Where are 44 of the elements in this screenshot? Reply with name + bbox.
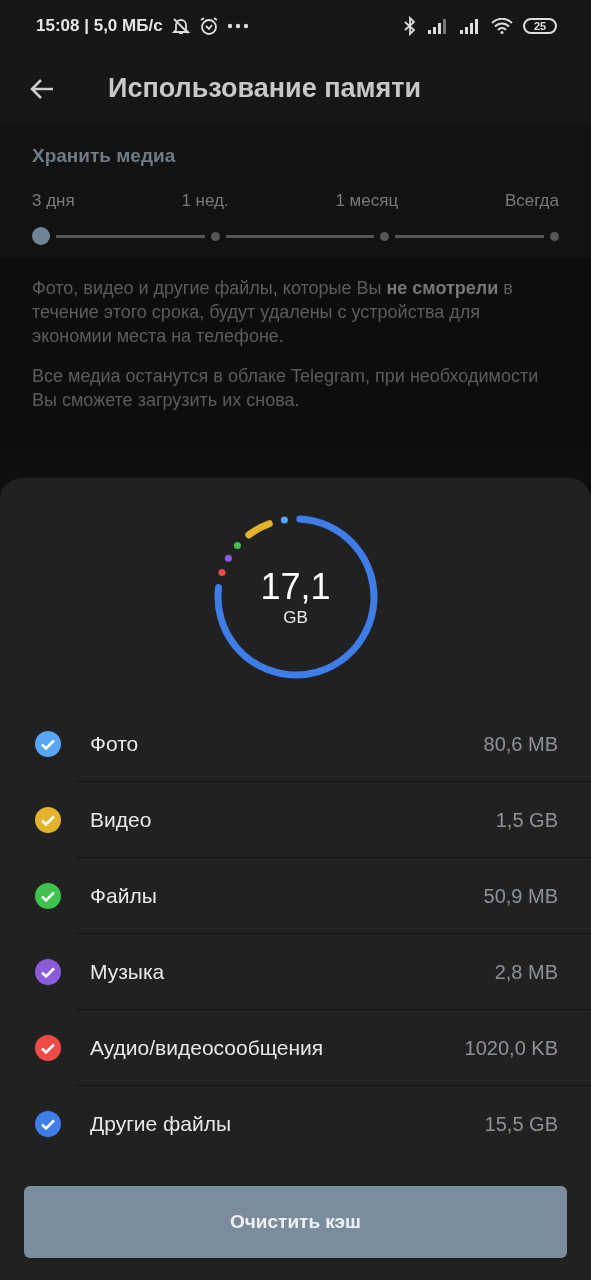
category-size: 80,6 MB: [483, 732, 558, 756]
category-size: 2,8 MB: [494, 960, 558, 984]
category-row[interactable]: Файлы 50,9 MB: [0, 858, 591, 934]
checkbox[interactable]: [34, 958, 62, 986]
period-label: 1 месяц: [335, 191, 399, 211]
total-size: 17,1: [260, 566, 331, 608]
category-label: Видео: [90, 808, 152, 832]
bell-off-icon: [170, 16, 191, 36]
battery-icon: 25: [523, 18, 557, 34]
period-label: 1 нед.: [181, 191, 229, 211]
period-label: Всегда: [504, 191, 559, 211]
checkbox[interactable]: [34, 1110, 62, 1138]
category-label: Аудио/видеосообщения: [90, 1036, 324, 1060]
category-row[interactable]: Видео 1,5 GB: [0, 782, 591, 858]
bluetooth-icon: [403, 16, 417, 36]
category-row[interactable]: Музыка 2,8 MB: [0, 934, 591, 1010]
category-row[interactable]: Аудио/видеосообщения 1020,0 KB: [0, 1010, 591, 1086]
checkbox[interactable]: [34, 1034, 62, 1062]
category-size: 50,9 MB: [483, 884, 558, 908]
signal-icon: [427, 18, 449, 34]
size-unit: GB: [283, 608, 308, 628]
category-label: Музыка: [90, 960, 165, 984]
category-size: 1,5 GB: [495, 808, 558, 832]
screen-title: Использование памяти: [108, 73, 422, 104]
category-row[interactable]: Фото 80,6 MB: [0, 706, 591, 782]
alarm-icon: [198, 16, 219, 36]
checkbox[interactable]: [34, 806, 62, 834]
category-label: Фото: [90, 732, 139, 756]
category-row[interactable]: Другие файлы 15,5 GB: [0, 1086, 591, 1162]
period-label: 3 дня: [32, 191, 75, 211]
info-paragraph: Фото, видео и другие файлы, которые Вы не смотрели в течение этого срока, будут удалены с устройства для экономии места на телефоне.: [32, 277, 514, 348]
checkbox[interactable]: [34, 882, 62, 910]
section-title: Хранить медиа: [32, 145, 177, 167]
category-size: 15,5 GB: [484, 1112, 558, 1136]
category-label: Другие файлы: [90, 1112, 232, 1136]
status-time: 15:08 | 5,0 МБ/с: [36, 16, 163, 36]
more-icon: [226, 23, 249, 29]
info-paragraph: Все медиа останутся в облаке Telegram, при необходимости Вы сможете загрузить их снова.: [32, 365, 540, 412]
wifi-icon: [491, 18, 513, 34]
period-slider[interactable]: [32, 227, 559, 245]
signal-icon: [459, 18, 481, 34]
checkbox[interactable]: [34, 730, 62, 758]
category-size: 1020,0 KB: [464, 1036, 558, 1060]
category-label: Файлы: [90, 884, 157, 908]
